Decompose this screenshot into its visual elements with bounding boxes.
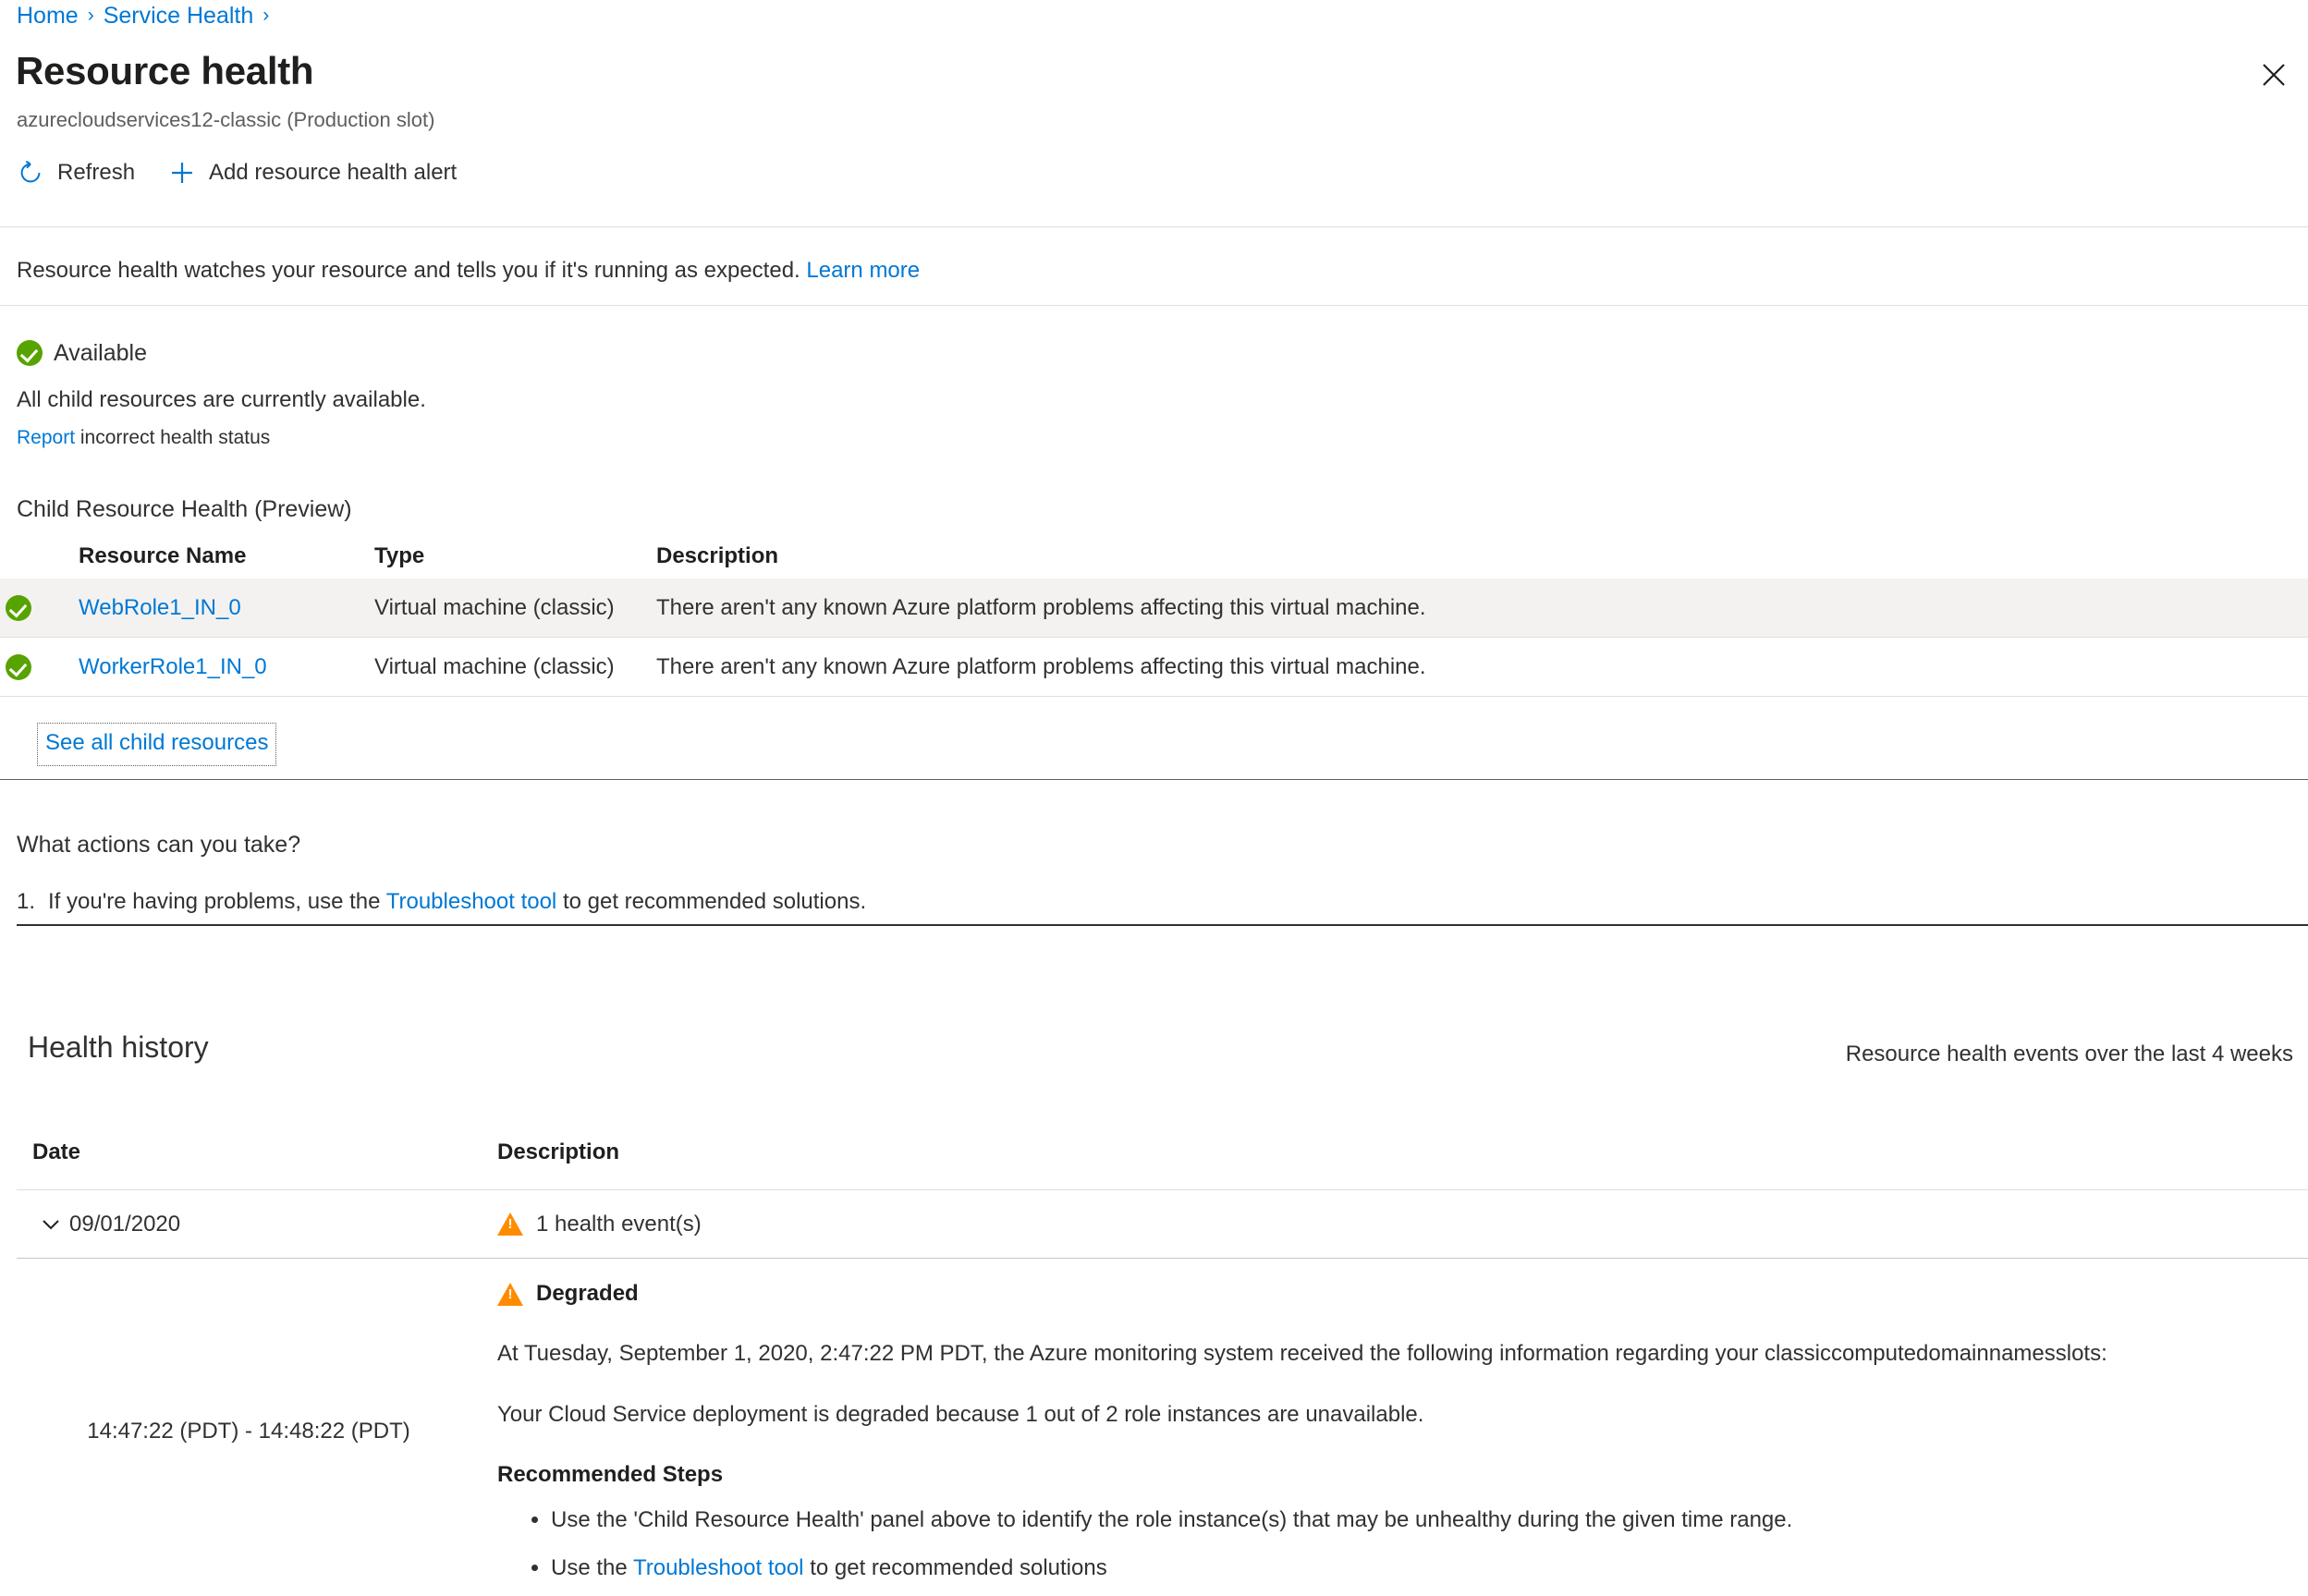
success-check-icon — [17, 340, 43, 366]
health-history-row[interactable]: 09/01/2020 1 health event(s) — [0, 1190, 2308, 1258]
health-history-row-divider — [17, 1258, 2308, 1259]
intro-text: Resource health watches your resource an… — [17, 256, 920, 286]
health-history-date-toggle[interactable]: 09/01/2020 — [0, 1212, 497, 1237]
cell-description: There aren't any known Azure platform pr… — [656, 594, 1426, 620]
recommended-step-suffix: to get recommended solutions — [810, 1555, 1107, 1580]
health-event-paragraph-1: At Tuesday, September 1, 2020, 2:47:22 P… — [497, 1341, 2107, 1366]
table-row[interactable]: WorkerRole1_IN_0 Virtual machine (classi… — [0, 638, 2308, 697]
add-resource-health-alert-button[interactable]: Add resource health alert — [168, 159, 457, 187]
warning-icon — [497, 1212, 523, 1236]
health-status-label: Available — [54, 340, 148, 366]
breadcrumb-separator-icon: › — [263, 5, 270, 26]
health-status: Available — [17, 338, 147, 368]
breadcrumb-separator-icon: › — [87, 5, 94, 26]
breadcrumb-item-home[interactable]: Home — [17, 0, 79, 31]
breadcrumb: Home › Service Health › — [17, 0, 269, 31]
column-header-description: Description — [656, 543, 779, 568]
intro-divider — [0, 305, 2308, 306]
cell-resource-name: WorkerRole1_IN_0 — [79, 654, 374, 680]
resource-health-blade: Home › Service Health › Resource health … — [0, 0, 2308, 1596]
recommended-step-item: Use the Troubleshoot tool to get recomme… — [551, 1553, 2280, 1583]
breadcrumb-item-service-health[interactable]: Service Health — [104, 0, 254, 31]
action-item-text: If you're having problems, use the Troub… — [48, 887, 866, 917]
health-event-body: Degraded At Tuesday, September 1, 2020, … — [497, 1275, 2308, 1596]
refresh-icon — [17, 159, 44, 187]
toolbar-divider — [0, 226, 2308, 227]
action-item-suffix: to get recommended solutions. — [562, 889, 867, 914]
intro-description: Resource health watches your resource an… — [17, 258, 800, 283]
cell-type: Virtual machine (classic) — [374, 653, 615, 679]
health-event-time-column: 14:47:22 (PDT) - 14:48:22 (PDT) — [0, 1275, 497, 1596]
see-all-child-resources-wrap: See all child resources — [37, 723, 277, 766]
row-status — [0, 653, 37, 680]
health-history-date: 09/01/2020 — [69, 1211, 181, 1237]
recommended-steps-list: Use the 'Child Resource Health' panel ab… — [497, 1505, 2280, 1583]
table-header-row: Resource Name Type Description — [0, 534, 2308, 579]
see-all-child-resources-link[interactable]: See all child resources — [37, 723, 277, 766]
success-check-icon — [6, 594, 31, 621]
row-status — [0, 594, 37, 621]
health-event-status: Degraded — [497, 1280, 2280, 1308]
child-resource-health-title: Child Resource Health (Preview) — [17, 496, 352, 522]
health-event-count: 1 health event(s) — [536, 1211, 702, 1237]
recommended-step-text: Use the 'Child Resource Health' panel ab… — [551, 1507, 1793, 1532]
health-history-note: Resource health events over the last 4 w… — [1845, 1042, 2293, 1066]
health-event-paragraph-2: Your Cloud Service deployment is degrade… — [497, 1402, 1424, 1427]
close-icon — [2260, 61, 2288, 89]
recommended-step-item: Use the 'Child Resource Health' panel ab… — [551, 1505, 2280, 1535]
health-event-time-range: 14:47:22 (PDT) - 14:48:22 (PDT) — [87, 1419, 410, 1444]
cell-description: There aren't any known Azure platform pr… — [656, 653, 1426, 679]
health-status-description: All child resources are currently availa… — [17, 387, 426, 412]
report-link[interactable]: Report — [17, 427, 75, 448]
page-subtitle: azurecloudservices12-classic (Production… — [17, 108, 435, 131]
health-event-detail: 14:47:22 (PDT) - 14:48:22 (PDT) Degraded… — [0, 1275, 2308, 1596]
health-history-header-row: Date Description — [0, 1129, 2308, 1176]
column-header-date: Date — [32, 1139, 81, 1164]
success-check-icon — [6, 653, 31, 680]
action-item-prefix: If you're having problems, use the — [48, 889, 381, 914]
actions-heading: What actions can you take? — [17, 832, 301, 858]
plus-icon — [168, 159, 196, 187]
learn-more-link[interactable]: Learn more — [806, 258, 920, 283]
action-list-item: 1. If you're having problems, use the Tr… — [17, 887, 866, 917]
child-table-bottom-divider — [0, 779, 2308, 780]
recommended-step-prefix: Use the — [551, 1555, 628, 1580]
refresh-label: Refresh — [57, 160, 136, 185]
health-history-title: Health history — [28, 1030, 209, 1064]
refresh-button[interactable]: Refresh — [17, 159, 135, 187]
chevron-down-icon — [39, 1212, 63, 1237]
report-rest-label: incorrect health status — [79, 427, 271, 448]
column-header-type: Type — [374, 543, 425, 568]
report-health-status: Report incorrect health status — [17, 425, 270, 451]
warning-icon — [497, 1282, 523, 1306]
command-bar: Refresh Add resource health alert — [17, 159, 457, 187]
close-button[interactable] — [2253, 54, 2295, 96]
action-item-number: 1. — [17, 889, 36, 914]
cell-resource-name: WebRole1_IN_0 — [79, 595, 374, 621]
add-resource-health-alert-label: Add resource health alert — [209, 160, 458, 185]
health-event-status-label: Degraded — [536, 1281, 639, 1306]
section-divider — [17, 924, 2308, 926]
column-header-resource-name: Resource Name — [79, 543, 247, 568]
cell-type: Virtual machine (classic) — [374, 594, 615, 620]
recommended-steps-title: Recommended Steps — [497, 1462, 724, 1487]
health-history-summary: 1 health event(s) — [497, 1212, 2308, 1237]
table-row[interactable]: WebRole1_IN_0 Virtual machine (classic) … — [0, 579, 2308, 638]
page-title: Resource health — [16, 49, 314, 92]
troubleshoot-tool-link[interactable]: Troubleshoot tool — [386, 889, 557, 914]
column-header-description: Description — [497, 1139, 620, 1164]
resource-link[interactable]: WorkerRole1_IN_0 — [79, 654, 267, 679]
troubleshoot-tool-link[interactable]: Troubleshoot tool — [633, 1555, 804, 1580]
child-resource-health-table: Resource Name Type Description WebRole1_… — [0, 534, 2308, 697]
resource-link[interactable]: WebRole1_IN_0 — [79, 595, 241, 620]
